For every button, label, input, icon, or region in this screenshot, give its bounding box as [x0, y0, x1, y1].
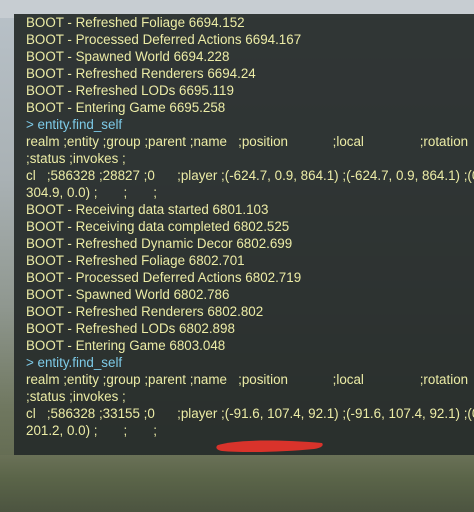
console-line: BOOT - Receiving data completed 6802.525	[26, 219, 290, 234]
console-line: BOOT - Refreshed Renderers 6694.24	[26, 66, 256, 81]
console-line: BOOT - Spawned World 6802.786	[26, 287, 230, 302]
console-line: cl ;586328 ;33155 ;0 ;player ;(-91.6, 10…	[26, 406, 474, 421]
console-line: ;status ;invokes ;	[26, 389, 126, 404]
console-line: BOOT - Refreshed Dynamic Decor 6802.699	[26, 236, 293, 251]
console-line: BOOT - Refreshed Foliage 6694.152	[26, 15, 245, 30]
console-line: BOOT - Entering Game 6695.258	[26, 100, 226, 115]
console-command-line: > entity.find_self	[26, 355, 123, 370]
console-command-line: > entity.find_self	[26, 117, 123, 132]
console-line: BOOT - Processed Deferred Actions 6694.1…	[26, 32, 302, 47]
console-line: BOOT - Refreshed LODs 6695.119	[26, 83, 234, 98]
developer-console[interactable]: BOOT - Refreshed Foliage 6694.152 BOOT -…	[14, 14, 474, 455]
console-line: BOOT - Entering Game 6803.048	[26, 338, 226, 353]
console-line: BOOT - Refreshed LODs 6802.898	[26, 321, 235, 336]
console-line: realm ;entity ;group ;parent ;name ;posi…	[26, 372, 469, 387]
console-line: cl ;586328 ;28827 ;0 ;player ;(-624.7, 0…	[26, 168, 474, 183]
red-redaction-mark	[216, 440, 323, 453]
console-line: ;status ;invokes ;	[26, 151, 126, 166]
console-line: BOOT - Receiving data started 6801.103	[26, 202, 269, 217]
console-line: BOOT - Spawned World 6694.228	[26, 49, 230, 64]
console-line: BOOT - Refreshed Foliage 6802.701	[26, 253, 245, 268]
console-line: 304.9, 0.0) ; ; ;	[26, 185, 157, 200]
console-line: BOOT - Refreshed Renderers 6802.802	[26, 304, 264, 319]
console-line: BOOT - Processed Deferred Actions 6802.7…	[26, 270, 302, 285]
game-ground-backdrop	[0, 455, 474, 512]
console-line: realm ;entity ;group ;parent ;name ;posi…	[26, 134, 469, 149]
